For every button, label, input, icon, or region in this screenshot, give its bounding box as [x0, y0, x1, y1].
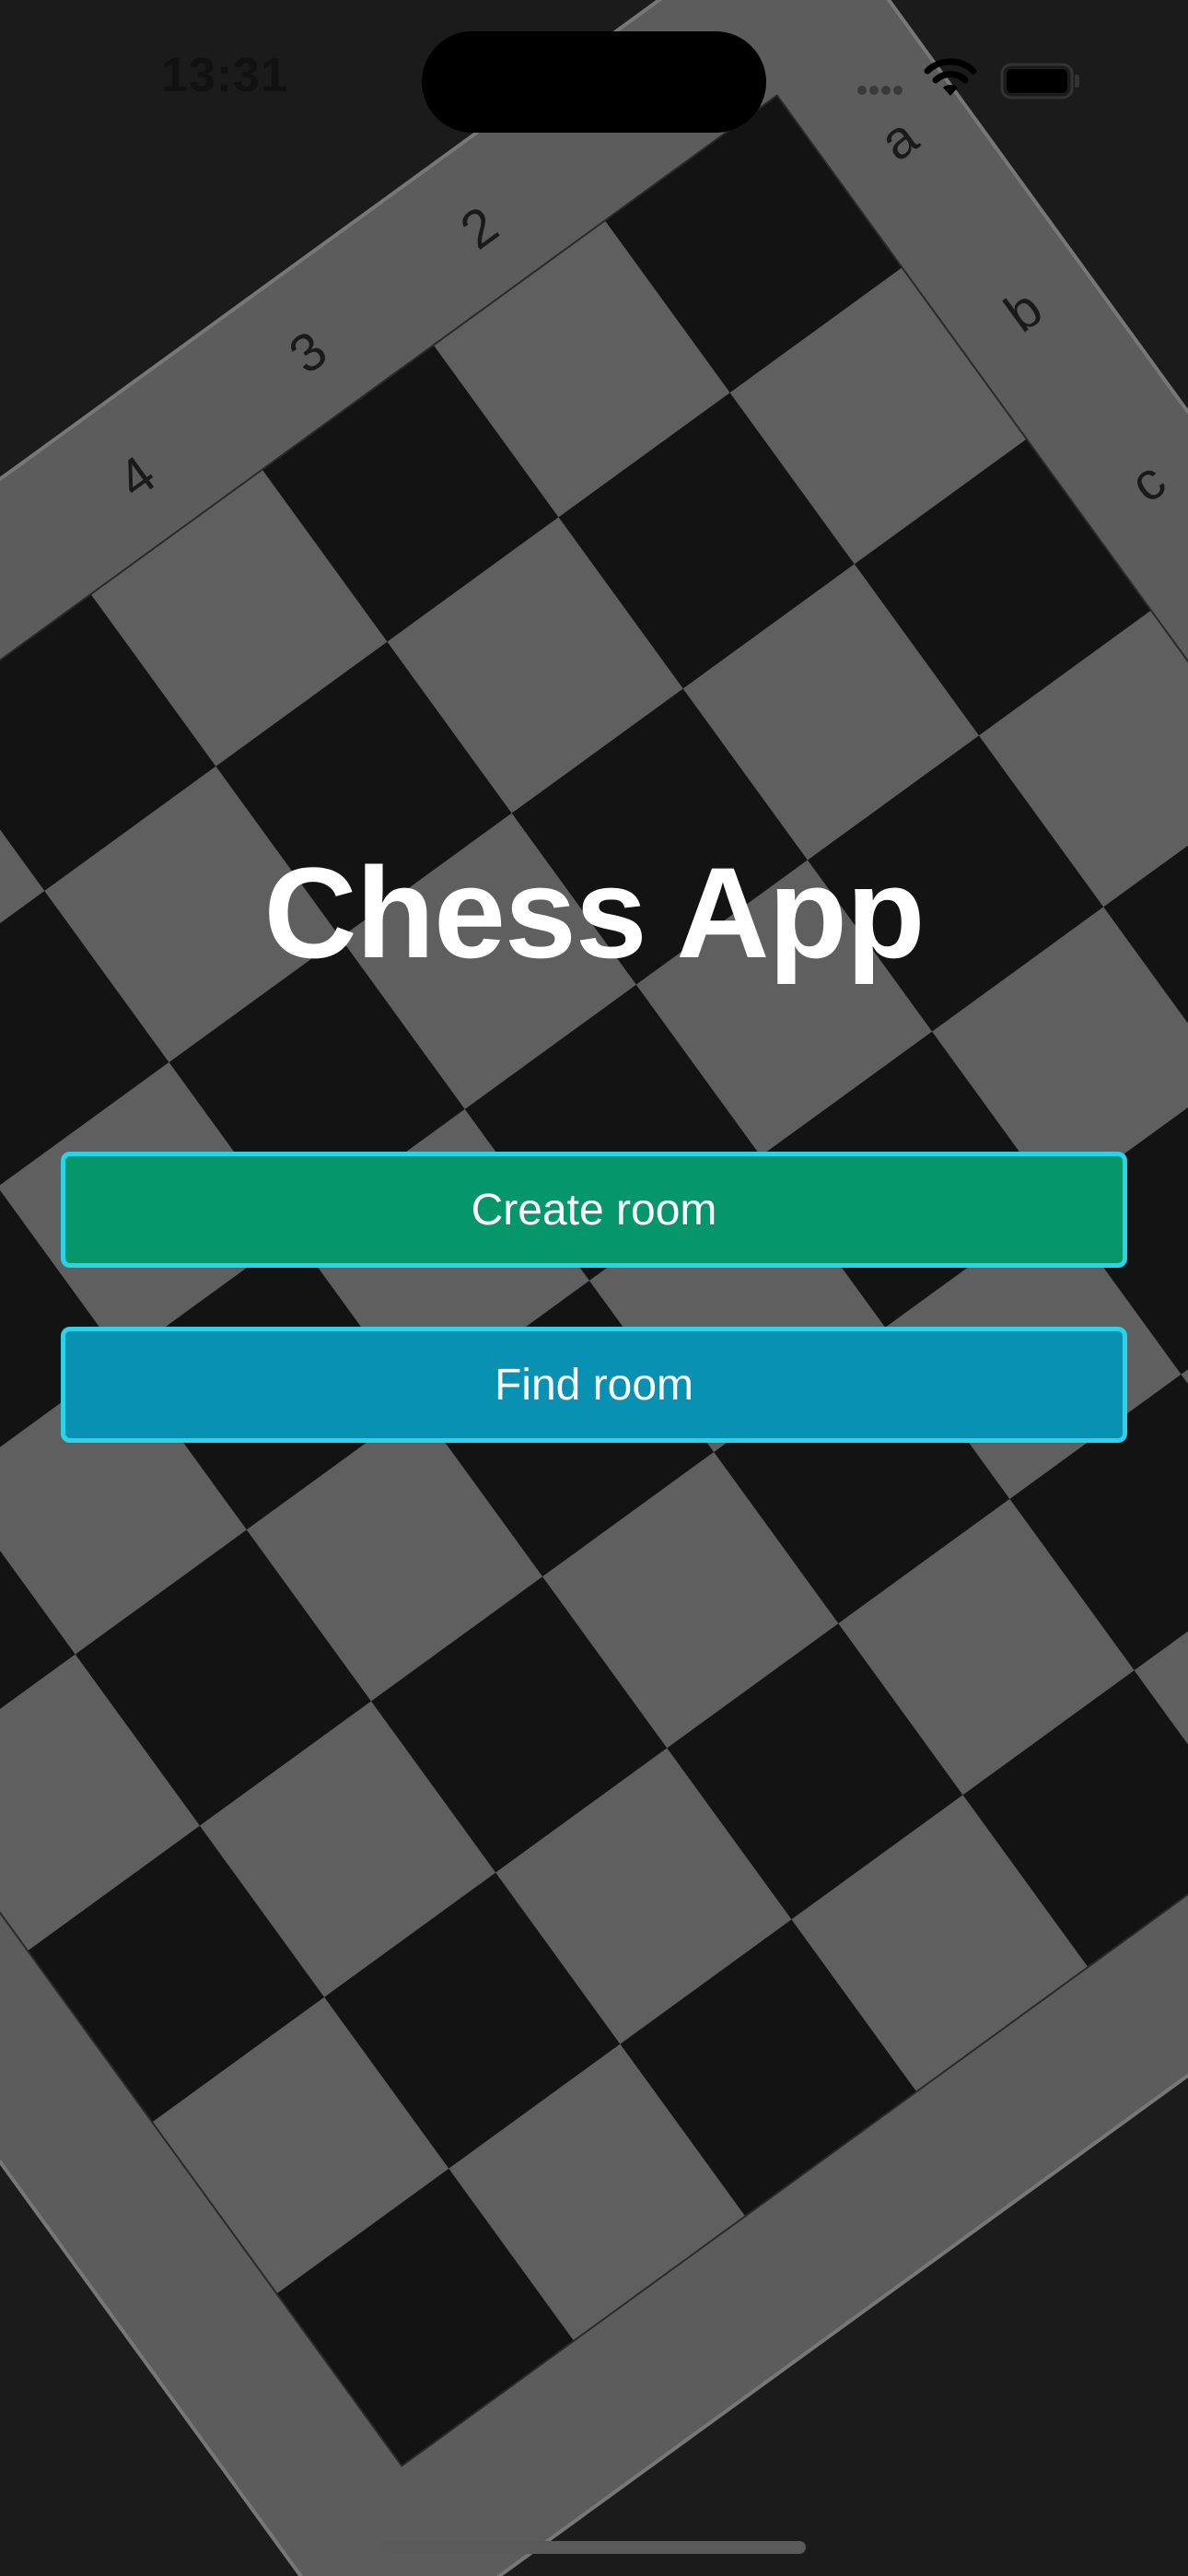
- signal-icon: [857, 86, 903, 95]
- wifi-icon: [924, 58, 977, 96]
- create-room-button[interactable]: Create room: [61, 1152, 1127, 1268]
- dynamic-island: [422, 31, 766, 133]
- status-bar: 13:31: [0, 0, 1188, 147]
- find-room-label: Find room: [494, 1360, 694, 1410]
- home-indicator[interactable]: [380, 2541, 806, 2554]
- page-title: Chess App: [263, 840, 925, 985]
- find-room-button[interactable]: Find room: [61, 1327, 1127, 1443]
- battery-icon: [1000, 63, 1079, 100]
- status-time: 13:31: [161, 49, 288, 102]
- app-screen: 87654321abcfgh 13:31 Chess App Create ro…: [0, 0, 1188, 2576]
- create-room-label: Create room: [471, 1185, 717, 1235]
- chessboard-background: 87654321abcfgh: [0, 0, 1188, 2576]
